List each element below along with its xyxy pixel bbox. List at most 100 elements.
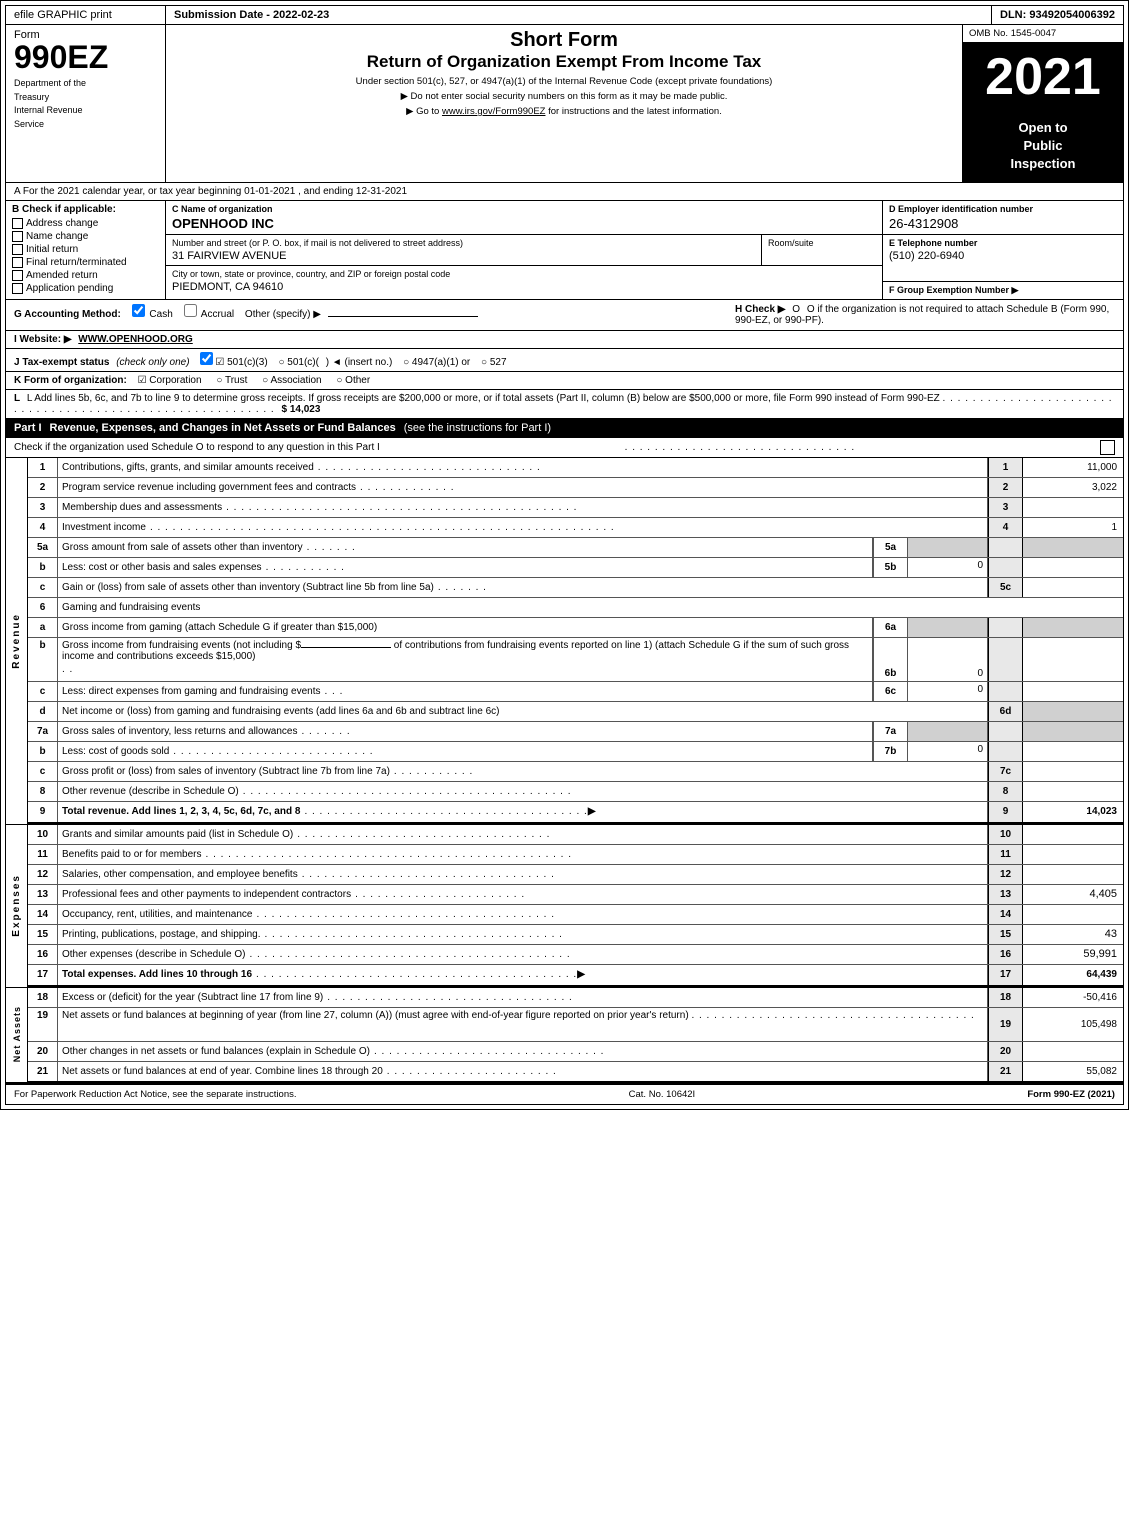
table-row: 3 Membership dues and assessments . . . … xyxy=(28,498,1123,518)
row-description: Program service revenue including govern… xyxy=(58,478,988,497)
row-description: Membership dues and assessments . . . . … xyxy=(58,498,988,517)
l-label: L xyxy=(14,393,20,404)
street-section: Number and street (or P. O. box, if mail… xyxy=(166,235,762,265)
other-option: Other (specify) ▶ xyxy=(245,309,478,320)
row-value xyxy=(1023,825,1123,844)
row-value: 1 xyxy=(1023,518,1123,537)
initial-return-checkbox[interactable] xyxy=(12,244,23,255)
form-number: 990EZ xyxy=(14,41,157,73)
trust-option: ○ Trust xyxy=(216,375,247,386)
row-number: 5a xyxy=(28,538,58,557)
org-name-value: OPENHOOD INC xyxy=(172,216,876,231)
schedule-o-checkbox[interactable] xyxy=(1100,440,1115,455)
row-number: 10 xyxy=(28,825,58,844)
line-number-box: 10 xyxy=(988,825,1023,844)
line-number-box xyxy=(988,722,1023,741)
row-number: a xyxy=(28,618,58,637)
tax-insert: ) ◄ (insert no.) xyxy=(326,357,393,368)
row-value xyxy=(1023,762,1123,781)
row-value xyxy=(1023,722,1123,741)
group-exempt-section: F Group Exemption Number ▶ xyxy=(883,282,1123,299)
table-row: 18 Excess or (deficit) for the year (Sub… xyxy=(28,988,1123,1008)
g-label: G Accounting Method: xyxy=(14,309,121,320)
row-number: d xyxy=(28,702,58,721)
line-number-box: 11 xyxy=(988,845,1023,864)
mid-value xyxy=(908,618,988,637)
table-row: 16 Other expenses (describe in Schedule … xyxy=(28,945,1123,965)
part1-title: Revenue, Expenses, and Changes in Net As… xyxy=(50,422,396,434)
table-row: 17 Total expenses. Add lines 10 through … xyxy=(28,965,1123,987)
row-number: 18 xyxy=(28,988,58,1007)
address-change-checkbox[interactable] xyxy=(12,218,23,229)
table-row: d Net income or (loss) from gaming and f… xyxy=(28,702,1123,722)
row-description: Less: direct expenses from gaming and fu… xyxy=(58,682,873,701)
sub-num-box: 7b xyxy=(873,742,908,761)
efile-label: efile GRAPHIC print xyxy=(6,6,166,24)
row-description: Less: cost or other basis and sales expe… xyxy=(58,558,873,577)
mid-value: 0 xyxy=(908,558,988,577)
part1-header: Part I Revenue, Expenses, and Changes in… xyxy=(5,419,1124,438)
table-row: b Gross income from fundraising events (… xyxy=(28,638,1123,682)
row-number: b xyxy=(28,558,58,577)
line-number-box: 3 xyxy=(988,498,1023,517)
sub-num-box: 5b xyxy=(873,558,908,577)
street-row: Number and street (or P. O. box, if mail… xyxy=(166,235,882,266)
address-change-label: Address change xyxy=(26,218,98,229)
row-value: 4,405 xyxy=(1023,885,1123,904)
row-description: Other changes in net assets or fund bala… xyxy=(58,1042,988,1061)
add-lines-row: L L Add lines 5b, 6c, and 7b to line 9 t… xyxy=(5,390,1124,419)
line-number-box: 7c xyxy=(988,762,1023,781)
row-value: 3,022 xyxy=(1023,478,1123,497)
mid-value: 0 xyxy=(908,742,988,761)
row-description: Professional fees and other payments to … xyxy=(58,885,988,904)
row-value: 55,082 xyxy=(1023,1062,1123,1081)
year-box: 2021 xyxy=(963,43,1123,111)
row-value: 64,439 xyxy=(1023,965,1123,985)
goto-irs: ▶ Go to www.irs.gov/Form990EZ for instru… xyxy=(176,106,952,117)
row-description: Gaming and fundraising events xyxy=(58,598,1123,617)
sub-num-box: 6a xyxy=(873,618,908,637)
row-number: b xyxy=(28,742,58,761)
mid-value: 0 xyxy=(908,682,988,701)
amended-return-checkbox[interactable] xyxy=(12,270,23,281)
revenue-section: Revenue 1 Contributions, gifts, grants, … xyxy=(5,458,1124,825)
row-number: 3 xyxy=(28,498,58,517)
ein-value: 26-4312908 xyxy=(889,216,1117,231)
row-description: Excess or (deficit) for the year (Subtra… xyxy=(58,988,988,1007)
row-description: Total expenses. Add lines 10 through 16 … xyxy=(58,965,988,985)
application-pending-checkbox[interactable] xyxy=(12,283,23,294)
add-lines-value: $ 14,023 xyxy=(282,404,321,415)
accrual-checkbox[interactable] xyxy=(184,304,197,317)
line-number-box: 2 xyxy=(988,478,1023,497)
form-footer-label: Form 990-EZ (2021) xyxy=(1027,1089,1115,1100)
row-number: 11 xyxy=(28,845,58,864)
expenses-section: Expenses 10 Grants and similar amounts p… xyxy=(5,825,1124,988)
line-number-box: 14 xyxy=(988,905,1023,924)
row-number: 12 xyxy=(28,865,58,884)
b-label: B Check if applicable: xyxy=(12,204,159,215)
checkbox-address-change: Address change xyxy=(12,218,159,229)
assoc-option: ○ Association xyxy=(262,375,321,386)
line-number-box: 16 xyxy=(988,945,1023,964)
initial-return-label: Initial return xyxy=(26,244,78,255)
city-row: City or town, state or province, country… xyxy=(166,266,882,296)
row-description: Printing, publications, postage, and shi… xyxy=(58,925,988,944)
under-section: Under section 501(c), 527, or 4947(a)(1)… xyxy=(176,76,952,87)
row-value xyxy=(1023,1042,1123,1061)
final-return-checkbox[interactable] xyxy=(12,257,23,268)
row-number: 21 xyxy=(28,1062,58,1081)
table-row: c Less: direct expenses from gaming and … xyxy=(28,682,1123,702)
net-assets-side-label: Net Assets xyxy=(6,988,28,1082)
cash-checkbox[interactable] xyxy=(132,304,145,317)
table-row: 1 Contributions, gifts, grants, and simi… xyxy=(28,458,1123,478)
row-description: Grants and similar amounts paid (list in… xyxy=(58,825,988,844)
revenue-rows-container: 1 Contributions, gifts, grants, and simi… xyxy=(28,458,1123,824)
mid-value: 0 xyxy=(908,638,988,681)
name-change-checkbox[interactable] xyxy=(12,231,23,242)
501c3-checkbox[interactable] xyxy=(200,352,213,365)
row-number: c xyxy=(28,682,58,701)
right-col: OMB No. 1545-0047 2021 Open to Public In… xyxy=(963,25,1123,182)
f-label: F Group Exemption Number ▶ xyxy=(889,285,1117,296)
amended-return-label: Amended return xyxy=(26,270,98,281)
row-value xyxy=(1023,865,1123,884)
